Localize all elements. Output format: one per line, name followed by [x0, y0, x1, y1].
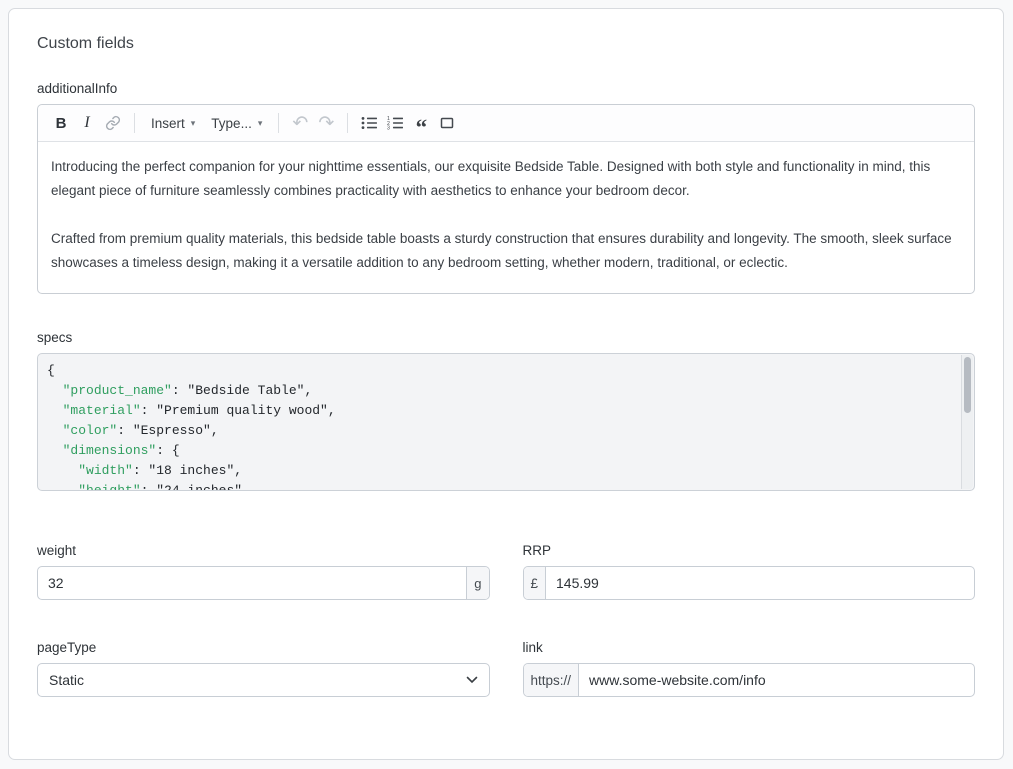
insert-dropdown[interactable]: Insert ▾ [143, 110, 203, 136]
link-input-group: https:// [523, 663, 976, 697]
image-placeholder-button[interactable] [434, 110, 460, 136]
blockquote-button[interactable]: “ [408, 110, 434, 136]
specs-code: { "product_name": "Bedside Table", "mate… [38, 354, 974, 491]
editor-toolbar: B I Insert ▾ Type... [38, 105, 974, 142]
link-label: link [523, 640, 976, 655]
rrp-label: RRP [523, 543, 976, 558]
caret-down-icon: ▾ [258, 119, 263, 128]
additional-info-field: additionalInfo B I Insert ▾ [37, 81, 975, 294]
image-placeholder-icon [439, 115, 455, 131]
bold-button[interactable]: B [48, 110, 74, 136]
page-type-select[interactable]: Static [37, 663, 490, 697]
rrp-field: RRP £ [523, 543, 976, 600]
toolbar-separator [347, 113, 348, 133]
bullet-list-icon [361, 115, 377, 131]
toolbar-separator [134, 113, 135, 133]
weight-field: weight g [37, 543, 490, 600]
type-dropdown-label: Type... [211, 116, 252, 131]
rich-text-editor: B I Insert ▾ Type... [37, 104, 975, 294]
link-icon [105, 115, 121, 131]
editor-paragraph: Introducing the perfect companion for yo… [51, 155, 958, 203]
weight-unit-suffix: g [466, 567, 488, 599]
ordered-list-icon: 1 2 3 [387, 115, 403, 131]
link-input[interactable] [579, 664, 974, 696]
link-button[interactable] [100, 110, 126, 136]
weight-input[interactable] [38, 567, 466, 599]
redo-button[interactable]: ↷ [313, 110, 339, 136]
scrollbar-thumb[interactable] [964, 357, 971, 413]
specs-field: specs { "product_name": "Bedside Table",… [37, 330, 975, 491]
specs-scrollbar[interactable] [961, 355, 973, 489]
undo-icon: ↶ [292, 114, 308, 133]
link-field: link https:// [523, 640, 976, 697]
undo-button[interactable]: ↶ [287, 110, 313, 136]
insert-dropdown-label: Insert [151, 116, 185, 131]
page-type-field: pageType Static [37, 640, 490, 697]
custom-fields-card: Custom fields additionalInfo B I [8, 8, 1004, 760]
redo-icon: ↷ [318, 114, 334, 133]
blockquote-icon: “ [416, 123, 428, 133]
svg-text:3: 3 [387, 126, 390, 131]
weight-input-group: g [37, 566, 490, 600]
bullet-list-button[interactable] [356, 110, 382, 136]
rrp-input[interactable] [546, 567, 974, 599]
chevron-down-icon [466, 676, 478, 684]
toolbar-separator [278, 113, 279, 133]
page-type-selected-value: Static [49, 672, 84, 688]
ordered-list-button[interactable]: 1 2 3 [382, 110, 408, 136]
editor-content[interactable]: Introducing the perfect companion for yo… [38, 142, 974, 293]
specs-code-editor[interactable]: { "product_name": "Bedside Table", "mate… [37, 353, 975, 491]
specs-label: specs [37, 330, 975, 345]
page-type-label: pageType [37, 640, 490, 655]
protocol-prefix: https:// [524, 664, 580, 696]
rrp-input-group: £ [523, 566, 976, 600]
italic-button[interactable]: I [74, 110, 100, 136]
caret-down-icon: ▾ [191, 119, 196, 128]
weight-label: weight [37, 543, 490, 558]
additional-info-label: additionalInfo [37, 81, 975, 96]
currency-prefix: £ [524, 567, 547, 599]
type-dropdown[interactable]: Type... ▾ [203, 110, 270, 136]
card-title: Custom fields [37, 35, 975, 53]
fields-grid: weight g RRP £ pageType Static [37, 543, 975, 697]
editor-paragraph: Crafted from premium quality materials, … [51, 227, 958, 275]
